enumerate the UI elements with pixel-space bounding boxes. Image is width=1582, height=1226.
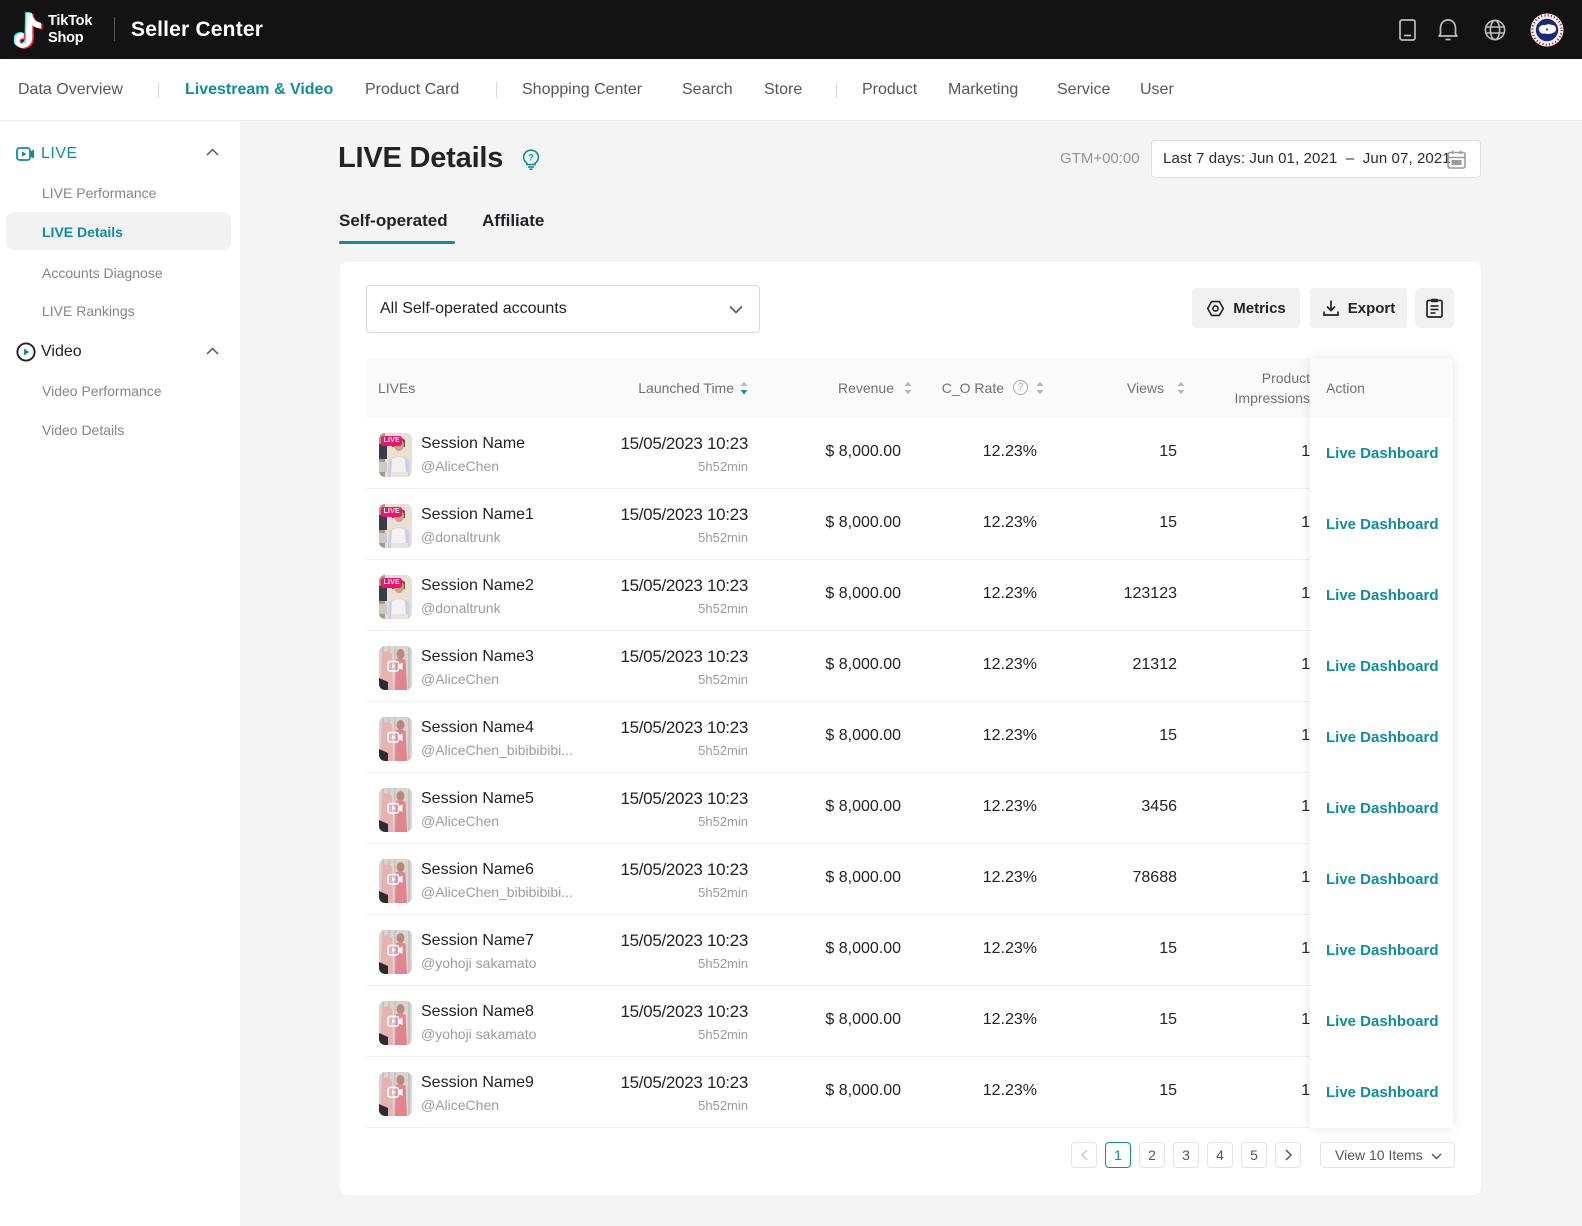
svg-text:?: ? xyxy=(528,152,534,162)
